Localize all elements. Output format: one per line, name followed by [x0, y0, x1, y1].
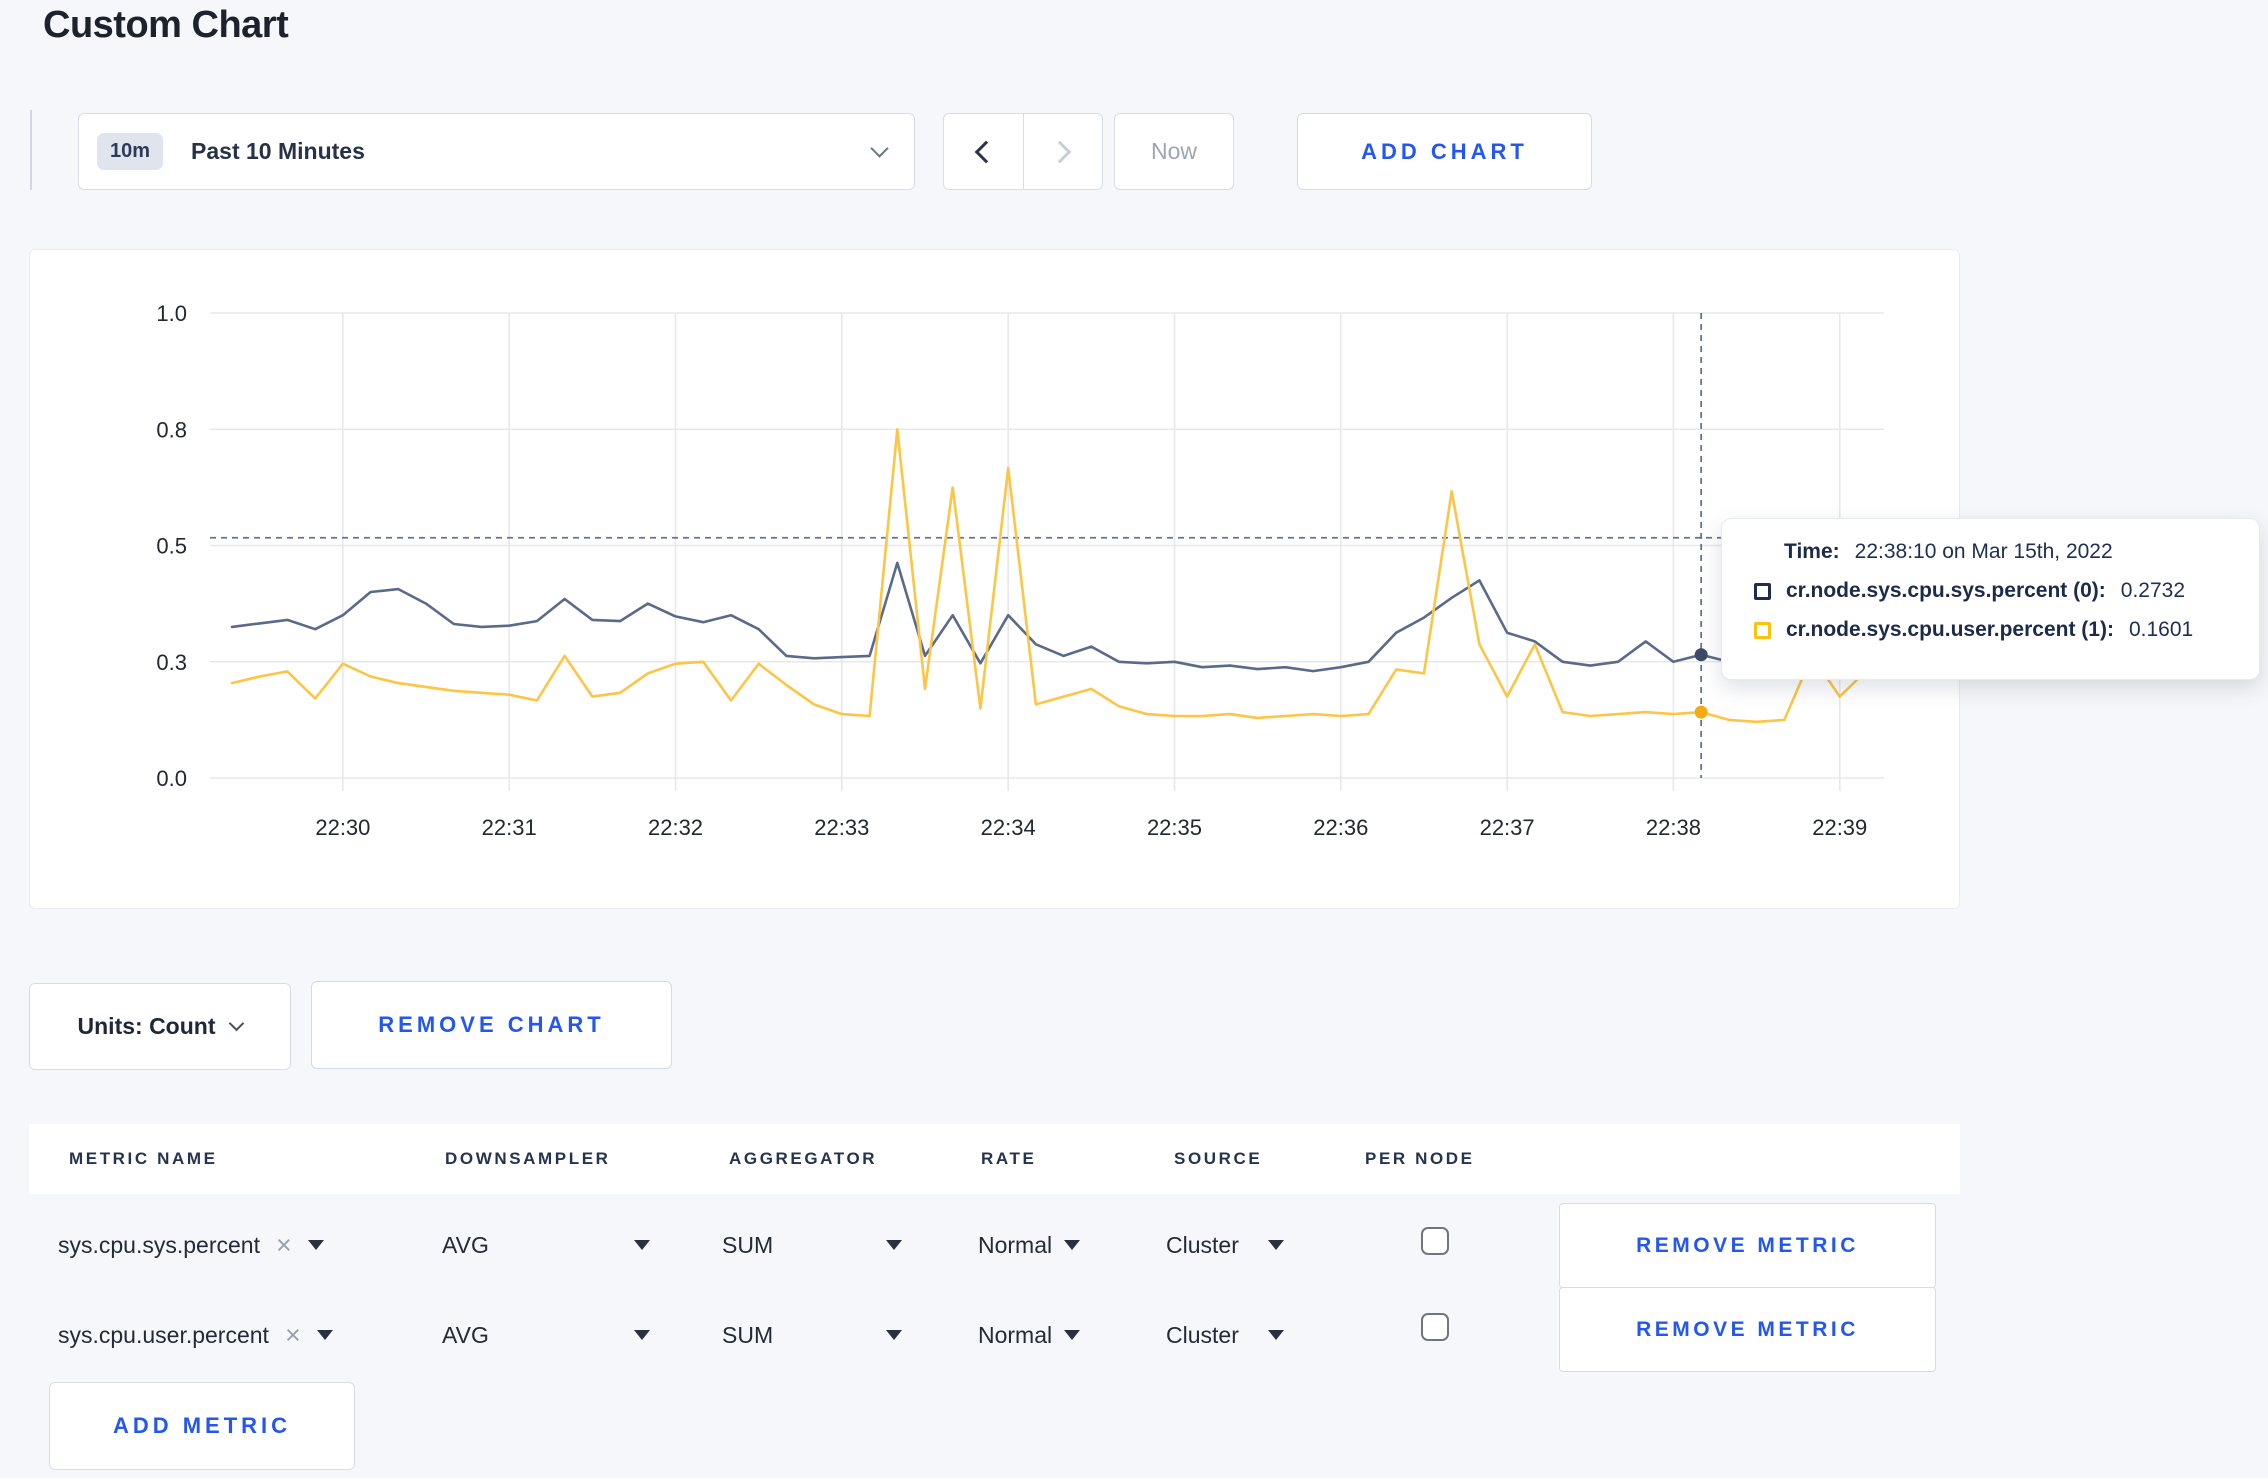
- chevron-left-icon: [974, 140, 998, 163]
- tooltip-series-value: 0.2732: [2120, 579, 2186, 602]
- svg-text:0.5: 0.5: [156, 534, 187, 559]
- hover-dot: [1694, 705, 1708, 719]
- metric-name-value: sys.cpu.user.percent: [58, 1321, 269, 1348]
- now-button[interactable]: Now: [1114, 113, 1234, 190]
- source-select[interactable]: Cluster: [1166, 1203, 1284, 1287]
- svg-text:22:36: 22:36: [1313, 815, 1368, 840]
- caret-down-icon: [634, 1330, 650, 1340]
- tooltip-time-label: Time:: [1784, 540, 1840, 563]
- header-aggregator: AGGREGATOR: [729, 1149, 878, 1168]
- svg-text:0.0: 0.0: [156, 766, 187, 791]
- chevron-down-icon: [870, 139, 889, 158]
- series-line: [230, 428, 1869, 724]
- metric-name-select[interactable]: sys.cpu.user.percent ×: [58, 1293, 333, 1377]
- svg-text:22:34: 22:34: [981, 815, 1036, 840]
- remove-metric-button[interactable]: REMOVE METRIC: [1559, 1203, 1936, 1288]
- next-time-button[interactable]: [1022, 114, 1103, 189]
- header-per-node: PER NODE: [1365, 1149, 1475, 1168]
- svg-text:22:39: 22:39: [1812, 815, 1867, 840]
- add-chart-button[interactable]: ADD CHART: [1297, 113, 1592, 190]
- series-line: [230, 561, 1869, 673]
- chart-tooltip: Time: 22:38:10 on Mar 15th, 2022 cr.node…: [1721, 518, 2260, 680]
- chart-plot-area[interactable]: 0.0 0.3 0.5 0.8 1.0 22:30 22:31 22:32 22:33 22:34…: [130, 300, 1890, 860]
- toolbar-divider: [30, 110, 32, 190]
- header-downsampler: DOWNSAMPLER: [445, 1149, 611, 1168]
- units-label: Units: Count: [77, 1013, 216, 1039]
- metrics-table-header: METRIC NAME DOWNSAMPLER AGGREGATOR RATE …: [29, 1124, 1960, 1194]
- series-swatch-icon: [1754, 582, 1771, 600]
- header-metric-name: METRIC NAME: [69, 1149, 218, 1168]
- svg-text:22:30: 22:30: [315, 815, 370, 840]
- caret-down-icon: [316, 1330, 333, 1340]
- svg-text:22:35: 22:35: [1147, 815, 1202, 840]
- chevron-down-icon: [229, 1015, 245, 1032]
- metric-name-value: sys.cpu.sys.percent: [58, 1231, 260, 1258]
- hover-dot: [1694, 648, 1708, 662]
- rate-select[interactable]: Normal: [978, 1203, 1080, 1287]
- per-node-checkbox[interactable]: [1421, 1313, 1449, 1341]
- svg-text:1.0: 1.0: [156, 301, 187, 326]
- svg-text:0.8: 0.8: [156, 417, 187, 442]
- svg-text:0.3: 0.3: [156, 650, 187, 675]
- svg-text:22:33: 22:33: [814, 815, 869, 840]
- time-window-badge: 10m: [97, 133, 164, 170]
- remove-chart-button[interactable]: REMOVE CHART: [311, 981, 672, 1069]
- rate-select[interactable]: Normal: [978, 1293, 1080, 1377]
- metric-name-select[interactable]: sys.cpu.sys.percent ×: [58, 1203, 324, 1287]
- per-node-checkbox[interactable]: [1421, 1227, 1449, 1255]
- svg-text:22:31: 22:31: [482, 815, 537, 840]
- downsampler-select[interactable]: AVG: [442, 1203, 650, 1287]
- page-title: Custom Chart: [43, 4, 289, 46]
- remove-metric-button[interactable]: REMOVE METRIC: [1559, 1287, 1936, 1372]
- caret-down-icon: [634, 1240, 650, 1250]
- close-icon[interactable]: ×: [285, 1321, 301, 1349]
- time-window-select[interactable]: 10m Past 10 Minutes: [78, 113, 915, 190]
- caret-down-icon: [886, 1240, 902, 1250]
- header-source: SOURCE: [1174, 1149, 1263, 1168]
- caret-down-icon: [1268, 1330, 1284, 1340]
- time-window-label: Past 10 Minutes: [191, 138, 365, 164]
- tooltip-series-name: cr.node.sys.cpu.user.percent (1):: [1786, 618, 2114, 641]
- line-chart: 0.0 0.3 0.5 0.8 1.0 22:30 22:31 22:32 22:33 22:34…: [156, 301, 1884, 840]
- chevron-right-icon: [1048, 140, 1072, 163]
- time-nav-group: [943, 113, 1103, 190]
- svg-text:22:32: 22:32: [648, 815, 703, 840]
- tooltip-series-name: cr.node.sys.cpu.sys.percent (0):: [1786, 579, 2106, 602]
- svg-text:22:38: 22:38: [1646, 815, 1701, 840]
- caret-down-icon: [886, 1330, 902, 1340]
- series-swatch-icon: [1754, 621, 1771, 639]
- tooltip-time-value: 22:38:10 on Mar 15th, 2022: [1854, 540, 2113, 563]
- custom-chart-page: Custom Chart 10m Past 10 Minutes Now ADD…: [0, 0, 2268, 1478]
- close-icon[interactable]: ×: [276, 1231, 292, 1259]
- add-metric-button[interactable]: ADD METRIC: [49, 1382, 355, 1470]
- caret-down-icon: [1064, 1330, 1080, 1340]
- tooltip-series-value: 0.1601: [2128, 618, 2194, 641]
- downsampler-select[interactable]: AVG: [442, 1293, 650, 1377]
- prev-time-button[interactable]: [944, 114, 1023, 189]
- units-select[interactable]: Units: Count: [29, 983, 291, 1070]
- svg-text:22:37: 22:37: [1480, 815, 1535, 840]
- aggregator-select[interactable]: SUM: [722, 1203, 902, 1287]
- source-select[interactable]: Cluster: [1166, 1293, 1284, 1377]
- aggregator-select[interactable]: SUM: [722, 1293, 902, 1377]
- header-rate: RATE: [981, 1149, 1037, 1168]
- caret-down-icon: [1268, 1240, 1284, 1250]
- caret-down-icon: [307, 1240, 324, 1250]
- caret-down-icon: [1064, 1240, 1080, 1250]
